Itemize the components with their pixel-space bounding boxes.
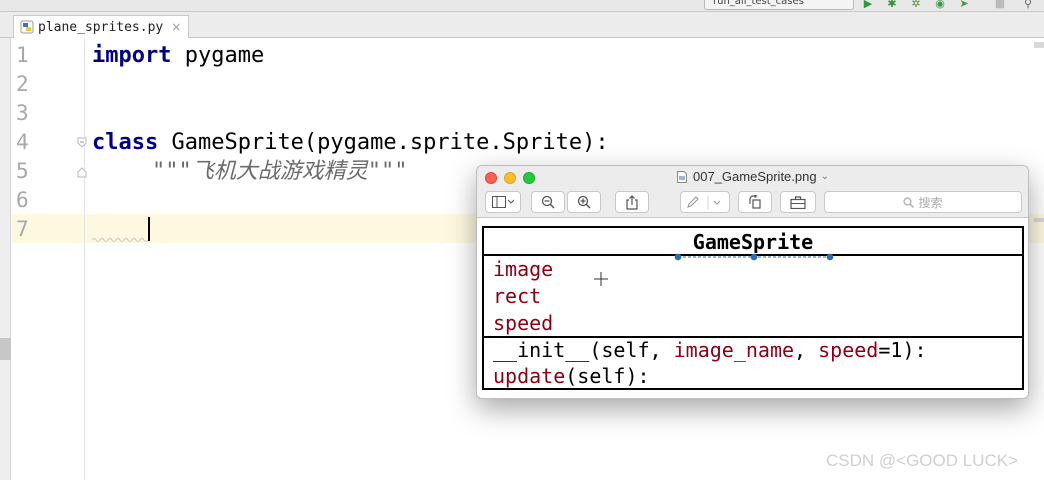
top-toolbar: run_all_test_cases ▶ ✱ ✲ ◉ ➤ ■ ⚲	[0, 0, 1044, 12]
close-window-button[interactable]	[485, 172, 497, 184]
pen-icon	[687, 195, 721, 209]
coverage-icon[interactable]: ✲	[910, 0, 922, 9]
uml-attribute: image	[493, 257, 554, 281]
minimize-window-button[interactable]	[504, 172, 516, 184]
share-icon	[626, 194, 638, 210]
zoom-in-button[interactable]	[567, 191, 601, 213]
method-signature: ,	[794, 338, 819, 362]
chevron-down-icon[interactable]: ⌄	[821, 171, 829, 182]
zoom-window-button[interactable]	[523, 172, 535, 184]
uml-method: __init__(self, image_name, speed=1):	[493, 337, 927, 364]
line-number: 7	[16, 217, 29, 241]
method-signature: (self,	[589, 338, 674, 362]
method-param: image_name	[673, 338, 795, 362]
method-param: speed	[818, 338, 879, 362]
method-name: update	[493, 364, 566, 388]
python-file-icon	[20, 20, 34, 34]
keyword-token: class	[92, 130, 159, 155]
search-icon[interactable]: ⚲	[1022, 0, 1034, 9]
window-titlebar[interactable]: 007_GameSprite.png ⌄	[477, 166, 1028, 188]
sidebar-icon	[492, 196, 514, 208]
scroll-marker	[0, 338, 11, 360]
stop-icon[interactable]: ■	[994, 0, 1006, 9]
method-signature: =1):	[878, 338, 927, 362]
rotate-button[interactable]	[738, 191, 772, 213]
warning-underline	[92, 238, 148, 242]
preview-toolbar: 搜索	[477, 188, 1028, 218]
code-text: class GameSprite(pygame.sprite.Sprite):	[92, 128, 609, 157]
zoom-in-icon	[577, 195, 591, 209]
docstring-token: """飞机大战游戏精灵"""	[152, 159, 408, 184]
code-line[interactable]: 3	[12, 99, 1044, 128]
search-field[interactable]: 搜索	[824, 191, 1022, 213]
method-signature: (self):	[565, 364, 650, 388]
close-icon[interactable]: ×	[171, 20, 181, 34]
image-canvas[interactable]: GameSprite image rect speed __init__(sel…	[477, 218, 1028, 398]
code-text: import pygame	[92, 41, 264, 70]
code-line[interactable]: 2	[12, 70, 1044, 99]
rotate-icon	[749, 195, 761, 209]
code-line[interactable]: 4 class GameSprite(pygame.sprite.Sprite)…	[12, 128, 1044, 157]
toolbox-icon	[790, 195, 806, 209]
tab-label: plane_sprites.py	[38, 19, 164, 35]
line-number: 4	[16, 130, 29, 154]
line-number: 1	[16, 43, 29, 67]
uml-class-diagram: GameSprite image rect speed __init__(sel…	[482, 226, 1024, 390]
text-caret	[148, 217, 150, 241]
watermark: CSDN @<GOOD LUCK>	[826, 451, 1019, 470]
method-name: __init__	[493, 338, 590, 362]
run-configuration-select[interactable]: run_all_test_cases	[704, 0, 854, 10]
crosshair-cursor-icon	[594, 272, 608, 286]
tab-plane-sprites[interactable]: plane_sprites.py ×	[13, 15, 189, 38]
uml-attribute: rect	[493, 284, 542, 308]
keyword-token: import	[92, 43, 172, 68]
sidebar-toggle-button[interactable]	[485, 191, 521, 213]
code-token: pygame	[171, 43, 265, 68]
zoom-out-icon	[541, 195, 555, 209]
uml-attribute: speed	[493, 311, 554, 335]
code-token: GameSprite(pygame.sprite.Sprite):	[158, 130, 609, 155]
debug-icon[interactable]: ✱	[886, 0, 898, 9]
image-file-icon	[677, 170, 687, 183]
line-number: 6	[16, 188, 29, 212]
fold-end-icon[interactable]	[76, 166, 88, 178]
line-number: 2	[16, 72, 29, 96]
line-number: 3	[16, 101, 29, 125]
profile-icon[interactable]: ◉	[934, 0, 946, 9]
markup-button[interactable]	[680, 191, 730, 213]
concurrency-icon[interactable]: ➤	[958, 0, 970, 9]
uml-class-name: GameSprite	[484, 228, 1022, 256]
preview-window[interactable]: 007_GameSprite.png ⌄ 搜索 GameSprite image…	[476, 165, 1029, 399]
uml-attributes: image rect speed	[484, 256, 1022, 338]
fold-icon[interactable]	[76, 137, 88, 149]
search-placeholder: 搜索	[918, 195, 943, 210]
editor-tab-bar: plane_sprites.py ×	[0, 12, 1044, 38]
window-title[interactable]: 007_GameSprite.png ⌄	[677, 169, 829, 184]
left-structure-strip	[0, 38, 11, 480]
zoom-out-button[interactable]	[531, 191, 565, 213]
uml-methods: __init__(self, image_name, speed=1): upd…	[484, 338, 1022, 388]
code-line[interactable]: 1 import pygame	[12, 41, 1044, 70]
uml-method: update(self):	[493, 363, 650, 390]
share-button[interactable]	[615, 191, 649, 213]
window-title-text: 007_GameSprite.png	[693, 169, 817, 184]
search-icon	[903, 196, 915, 208]
line-number: 5	[16, 159, 29, 183]
run-icon[interactable]: ▶	[862, 0, 874, 9]
toolbox-button[interactable]	[780, 191, 816, 213]
